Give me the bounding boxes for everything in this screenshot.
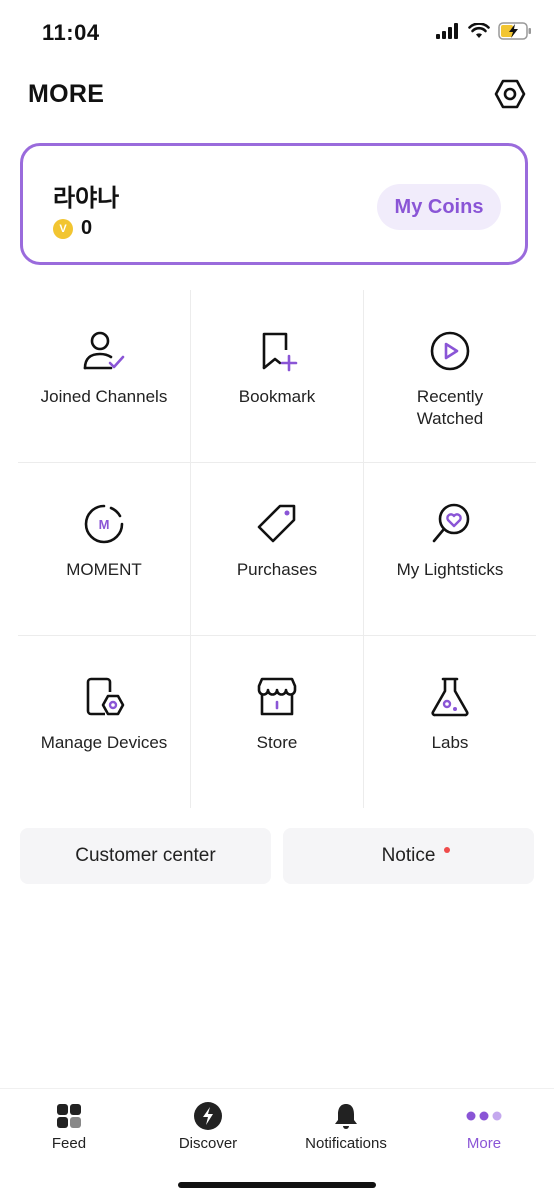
bell-icon bbox=[335, 1104, 357, 1129]
tab-feed[interactable]: Feed bbox=[0, 1099, 138, 1169]
moment-icon-letter: M bbox=[99, 517, 110, 532]
menu-label: Purchases bbox=[236, 560, 318, 579]
moment-icon: M bbox=[84, 504, 124, 544]
menu-moment[interactable]: M MOMENT bbox=[18, 463, 190, 635]
tab-label: Feed bbox=[51, 1135, 87, 1152]
status-time: 11:04 bbox=[42, 20, 100, 45]
menu-store[interactable]: Store bbox=[191, 636, 363, 808]
my-coins-button[interactable]: My Coins bbox=[377, 184, 501, 230]
menu-manage-devices[interactable]: Manage Devices bbox=[18, 636, 190, 808]
menu-label: Manage Devices bbox=[40, 733, 168, 752]
menu-purchases[interactable]: Purchases bbox=[191, 463, 363, 635]
tab-label: Notifications bbox=[305, 1135, 387, 1152]
menu-my-lightsticks[interactable]: My Lightsticks bbox=[364, 463, 536, 635]
support-buttons: Customer center Notice bbox=[20, 828, 534, 884]
coin-balance: V 0 bbox=[53, 217, 92, 240]
menu-label: Recently Watched bbox=[416, 387, 484, 428]
recently-watched-icon bbox=[430, 331, 470, 371]
settings-hexagon-icon bbox=[494, 79, 526, 109]
menu-labs[interactable]: Labs bbox=[364, 636, 536, 808]
discover-icon bbox=[194, 1102, 222, 1130]
home-indicator bbox=[178, 1182, 376, 1188]
settings-button[interactable] bbox=[492, 76, 528, 112]
menu-label: Labs bbox=[431, 733, 469, 752]
purchases-tag-icon bbox=[257, 504, 296, 543]
menu-bookmark[interactable]: Bookmark bbox=[191, 290, 363, 462]
tab-label: Discover bbox=[178, 1135, 238, 1152]
manage-devices-icon bbox=[86, 677, 125, 716]
profile-name: 라야나 bbox=[53, 185, 120, 212]
bookmark-icon bbox=[262, 332, 298, 372]
menu-label: Store bbox=[256, 733, 298, 752]
signal-icon bbox=[436, 23, 458, 39]
notice-button[interactable]: Notice bbox=[283, 828, 534, 884]
menu-label: MOMENT bbox=[66, 560, 142, 579]
menu-label: Joined Channels bbox=[40, 387, 168, 406]
tab-discover[interactable]: Discover bbox=[139, 1099, 277, 1169]
battery-charging-icon bbox=[498, 22, 531, 40]
coin-count: 0 bbox=[81, 217, 93, 239]
notice-label: Notice bbox=[381, 845, 436, 866]
menu-label: Bookmark bbox=[238, 387, 316, 406]
wifi-icon bbox=[468, 23, 490, 38]
menu-joined-channels[interactable]: Joined Channels bbox=[18, 290, 190, 462]
store-icon bbox=[257, 677, 297, 716]
menu-grid: Joined Channels Bookmark Recently Watched… bbox=[18, 290, 536, 808]
page-title: MORE bbox=[28, 80, 105, 108]
joined-channels-icon bbox=[83, 331, 125, 370]
feed-icon bbox=[57, 1104, 81, 1128]
menu-label: My Lightsticks bbox=[396, 560, 504, 579]
profile-card[interactable]: 라야나 V 0 My Coins bbox=[20, 143, 528, 265]
coin-icon: V bbox=[53, 218, 73, 239]
customer-center-button[interactable]: Customer center bbox=[20, 828, 271, 884]
status-icons bbox=[436, 22, 532, 40]
menu-recently-watched[interactable]: Recently Watched bbox=[364, 290, 536, 462]
tab-more[interactable]: More bbox=[415, 1099, 553, 1169]
tab-label: More bbox=[466, 1135, 502, 1152]
tab-notifications[interactable]: Notifications bbox=[277, 1099, 415, 1169]
notice-unread-dot bbox=[444, 847, 450, 853]
lightstick-icon bbox=[432, 503, 470, 543]
labs-flask-icon bbox=[431, 677, 469, 717]
header: MORE bbox=[0, 66, 554, 126]
status-bar: 11:04 bbox=[0, 0, 554, 66]
more-dots-icon bbox=[466, 1111, 502, 1121]
customer-center-label: Customer center bbox=[75, 845, 216, 866]
